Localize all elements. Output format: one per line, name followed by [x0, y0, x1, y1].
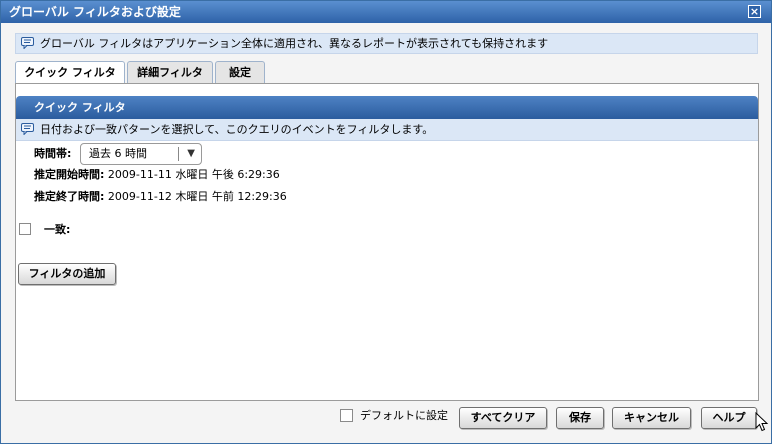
start-time-value: 2009-11-11 水曜日 午後 6:29:36 [107, 168, 280, 181]
add-filter-button[interactable]: フィルタの追加 [18, 263, 116, 285]
match-label: 一致: [44, 223, 71, 236]
time-range-select[interactable]: 過去 6 時間 ▼ [80, 143, 202, 165]
select-divider [178, 147, 179, 161]
time-range-value: 過去 6 時間 [89, 147, 147, 160]
title-bar: グローバル フィルタおよび設定 × [1, 1, 771, 23]
chevron-down-icon: ▼ [187, 148, 195, 159]
panel-info-text: 日付および一致パターンを選択して、このクエリのイベントをフィルタします。 [40, 123, 434, 136]
global-info-banner: グローバル フィルタはアプリケーション全体に適用され、異なるレポートが表示されて… [15, 33, 758, 54]
tab-label: 設定 [229, 66, 251, 79]
panel-header: クイック フィルタ [16, 96, 758, 119]
end-time-row: 推定終了時間: 2009-11-12 木曜日 午前 12:29:36 [34, 189, 287, 205]
tab-label: 詳細フィルタ [137, 66, 203, 79]
comment-icon [21, 37, 34, 49]
cancel-button[interactable]: キャンセル [612, 407, 691, 429]
tab-advanced-filter[interactable]: 詳細フィルタ [127, 61, 213, 83]
global-info-text: グローバル フィルタはアプリケーション全体に適用され、異なるレポートが表示されて… [40, 37, 549, 50]
close-icon: × [749, 5, 760, 18]
set-default-label: デフォルトに設定 [360, 409, 448, 422]
match-row: 一致: [44, 222, 70, 238]
save-button[interactable]: 保存 [556, 407, 604, 429]
tab-quick-filter[interactable]: クイック フィルタ [15, 61, 125, 84]
set-default-checkbox[interactable] [340, 409, 353, 422]
time-range-label: 時間帯: [34, 147, 72, 160]
clear-all-button[interactable]: すべてクリア [459, 407, 547, 429]
help-button[interactable]: ヘルプ [701, 407, 757, 429]
mouse-pointer-icon [755, 412, 769, 432]
start-time-row: 推定開始時間: 2009-11-11 水曜日 午後 6:29:36 [34, 167, 280, 183]
window-title: グローバル フィルタおよび設定 [9, 5, 181, 19]
quick-filter-panel: クイック フィルタ 日付および一致パターンを選択して、このクエリのイベントをフィ… [15, 83, 759, 401]
panel-info-banner: 日付および一致パターンを選択して、このクエリのイベントをフィルタします。 [16, 119, 758, 141]
tab-label: クイック フィルタ [24, 66, 116, 79]
end-time-label: 推定終了時間: [34, 190, 105, 203]
tab-settings[interactable]: 設定 [215, 61, 265, 83]
close-button[interactable]: × [748, 5, 761, 18]
comment-icon [21, 123, 34, 135]
start-time-label: 推定開始時間: [34, 168, 105, 181]
global-filter-dialog: グローバル フィルタおよび設定 × グローバル フィルタはアプリケーション全体に… [0, 0, 772, 444]
match-checkbox[interactable] [19, 223, 31, 235]
time-range-row: 時間帯: [34, 146, 71, 162]
end-time-value: 2009-11-12 木曜日 午前 12:29:36 [107, 190, 287, 203]
